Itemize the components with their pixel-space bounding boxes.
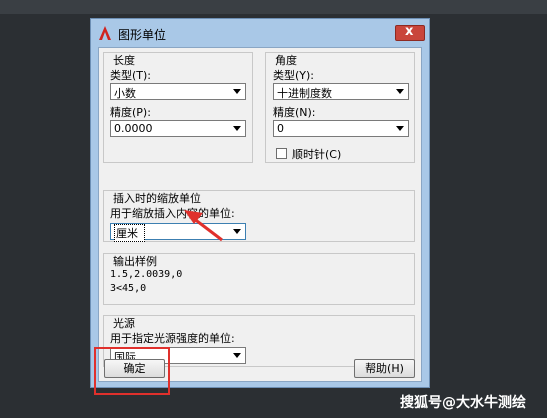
length-precision-value: 0.0000 <box>114 122 153 135</box>
drawing-units-dialog: 图形单位 x 长度 类型(T): 小数 精度(P): 0.0000 角度 类型(… <box>90 18 430 388</box>
chevron-down-icon <box>233 353 241 358</box>
insert-scale-desc: 用于缩放插入内容的单位: <box>110 207 235 220</box>
length-precision-label: 精度(P): <box>110 106 151 119</box>
dialog-client-area: 长度 类型(T): 小数 精度(P): 0.0000 角度 类型(Y): 十进制… <box>98 47 422 382</box>
lighting-heading: 光源 <box>113 317 135 330</box>
length-type-select[interactable]: 小数 <box>110 83 246 100</box>
sample-output-line1: 1.5,2.0039,0 <box>110 269 183 280</box>
length-heading: 长度 <box>113 54 135 67</box>
annotation-highlight-box <box>94 347 170 395</box>
close-button[interactable]: x <box>395 24 425 41</box>
insert-scale-select[interactable]: 厘米 <box>110 223 246 242</box>
background-strip <box>0 0 547 14</box>
insert-scale-heading: 插入时的缩放单位 <box>113 192 201 205</box>
angle-type-select[interactable]: 十进制度数 <box>273 83 409 100</box>
lighting-desc: 用于指定光源强度的单位: <box>110 332 235 345</box>
help-button[interactable]: 帮助(H) <box>354 359 415 378</box>
dialog-title: 图形单位 <box>118 28 167 42</box>
chevron-down-icon <box>233 229 241 234</box>
length-type-value: 小数 <box>114 87 136 100</box>
chevron-down-icon <box>396 126 404 131</box>
chevron-down-icon <box>396 89 404 94</box>
sample-output-heading: 输出样例 <box>113 255 157 268</box>
angle-precision-label: 精度(N): <box>273 106 316 119</box>
chevron-down-icon <box>233 126 241 131</box>
angle-precision-select[interactable]: 0 <box>273 120 409 137</box>
autocad-logo-icon <box>99 26 111 40</box>
chevron-down-icon <box>233 89 241 94</box>
close-icon: x <box>405 24 414 39</box>
length-type-label: 类型(T): <box>110 69 152 82</box>
sample-output-line2: 3<45,0 <box>110 283 147 294</box>
angle-type-label: 类型(Y): <box>273 69 315 82</box>
clockwise-checkbox[interactable] <box>276 148 287 159</box>
length-precision-select[interactable]: 0.0000 <box>110 120 246 137</box>
help-button-label: 帮助(H) <box>365 362 404 375</box>
title-bar[interactable]: 图形单位 x <box>91 19 429 47</box>
clockwise-label[interactable]: 顺时针(C) <box>292 146 341 162</box>
insert-scale-value: 厘米 <box>114 224 145 242</box>
angle-type-value: 十进制度数 <box>277 87 332 100</box>
angle-precision-value: 0 <box>277 122 284 135</box>
angle-heading: 角度 <box>275 54 297 67</box>
watermark-text: 搜狐号@大水牛测绘 <box>400 395 526 411</box>
